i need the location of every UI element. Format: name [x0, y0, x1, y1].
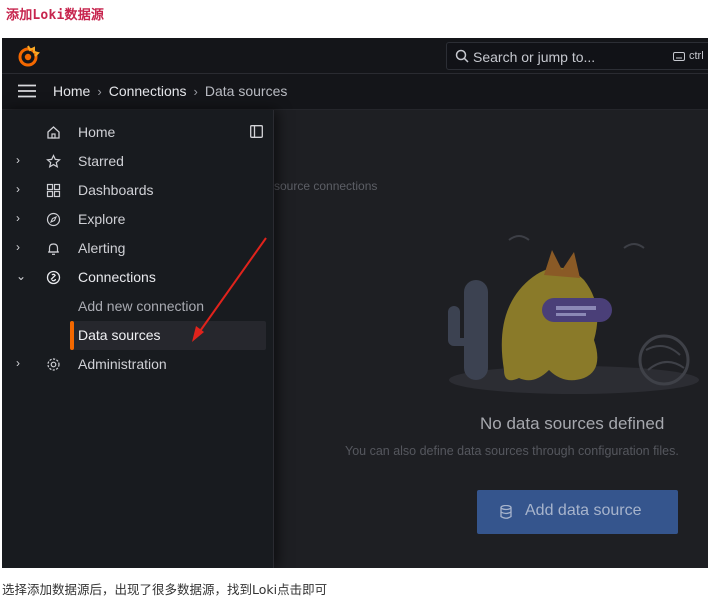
- sidebar-item-label: Add new connection: [78, 298, 205, 314]
- breadcrumb: Home › Connections › Data sources: [53, 83, 287, 99]
- search-icon: [455, 49, 469, 63]
- empty-state-description: You can also define data sources through…: [345, 444, 679, 458]
- add-data-source-label: Add data source: [525, 502, 642, 519]
- page-subtitle: source connections: [274, 179, 378, 193]
- sidebar-item-label: Connections: [78, 269, 156, 285]
- sidebar-item-data-sources[interactable]: Data sources: [70, 321, 266, 350]
- sidebar-item-explore[interactable]: › Explore: [2, 205, 274, 234]
- chevron-down-icon[interactable]: ⌄: [16, 270, 26, 282]
- breadcrumb-home[interactable]: Home: [53, 83, 90, 99]
- search-input[interactable]: Search or jump to... ctrl: [446, 42, 708, 70]
- search-placeholder: Search or jump to...: [473, 49, 596, 65]
- link-icon: [46, 270, 61, 285]
- active-indicator: [70, 321, 74, 350]
- chevron-right-icon[interactable]: ›: [16, 357, 26, 369]
- compass-icon: [46, 212, 61, 227]
- chevron-right-icon[interactable]: ›: [16, 241, 26, 253]
- breadcrumb-data-sources: Data sources: [204, 83, 288, 99]
- breadcrumb-bar: Home › Connections › Data sources: [2, 74, 708, 110]
- star-icon: [46, 154, 61, 169]
- breadcrumb-separator: ›: [97, 84, 102, 99]
- doc-heading: 添加Loki数据源: [6, 8, 105, 23]
- sidebar-item-label: Dashboards: [78, 182, 154, 198]
- sidebar-item-connections[interactable]: ⌄ Connections: [2, 263, 274, 292]
- keyboard-icon: [673, 52, 685, 61]
- empty-state-illustration: [448, 235, 699, 394]
- chevron-right-icon[interactable]: ›: [16, 183, 26, 195]
- sidebar-item-alerting[interactable]: › Alerting: [2, 234, 274, 263]
- database-icon: [500, 505, 512, 519]
- grafana-logo-icon[interactable]: [16, 45, 40, 67]
- sidebar-item-label: Home: [78, 124, 116, 140]
- grafana-screenshot: Search or jump to... ctrl Home › Connectio…: [2, 38, 708, 568]
- add-data-source-button[interactable]: Add data source: [477, 490, 678, 534]
- breadcrumb-connections[interactable]: Connections: [109, 83, 187, 99]
- doc-caption: 选择添加数据源后，出现了很多数据源，找到Loki点击即可: [2, 582, 328, 597]
- chevron-right-icon[interactable]: ›: [16, 212, 26, 224]
- sidebar-item-label: Starred: [78, 153, 124, 169]
- sidebar-item-add-new-connection[interactable]: Add new connection: [2, 292, 274, 321]
- breadcrumb-separator: ›: [193, 84, 198, 99]
- sidebar-item-label: Data sources: [78, 327, 161, 343]
- sidebar-item-home[interactable]: Home: [2, 118, 274, 147]
- apps-icon: [46, 183, 61, 198]
- sidebar-item-administration[interactable]: › Administration: [2, 350, 274, 379]
- sidebar-item-label: Administration: [78, 356, 167, 372]
- home-icon: [47, 126, 60, 139]
- bell-icon: [48, 243, 59, 255]
- sidebar-item-starred[interactable]: › Starred: [2, 147, 274, 176]
- top-bar: Search or jump to... ctrl: [2, 38, 708, 74]
- menu-icon[interactable]: [18, 84, 36, 98]
- sidebar-item-label: Explore: [78, 211, 126, 227]
- sidebar-item-label: Alerting: [78, 240, 126, 256]
- shortcut-hint: ctrl: [689, 50, 704, 62]
- main-content: source connections No data sources defin…: [274, 110, 708, 568]
- sidebar: Home › Starred › Dashboards › Explore › …: [2, 110, 274, 568]
- gear-icon: [47, 358, 60, 371]
- empty-state-title: No data sources defined: [480, 414, 665, 433]
- sidebar-item-dashboards[interactable]: › Dashboards: [2, 176, 274, 205]
- chevron-right-icon[interactable]: ›: [16, 154, 26, 166]
